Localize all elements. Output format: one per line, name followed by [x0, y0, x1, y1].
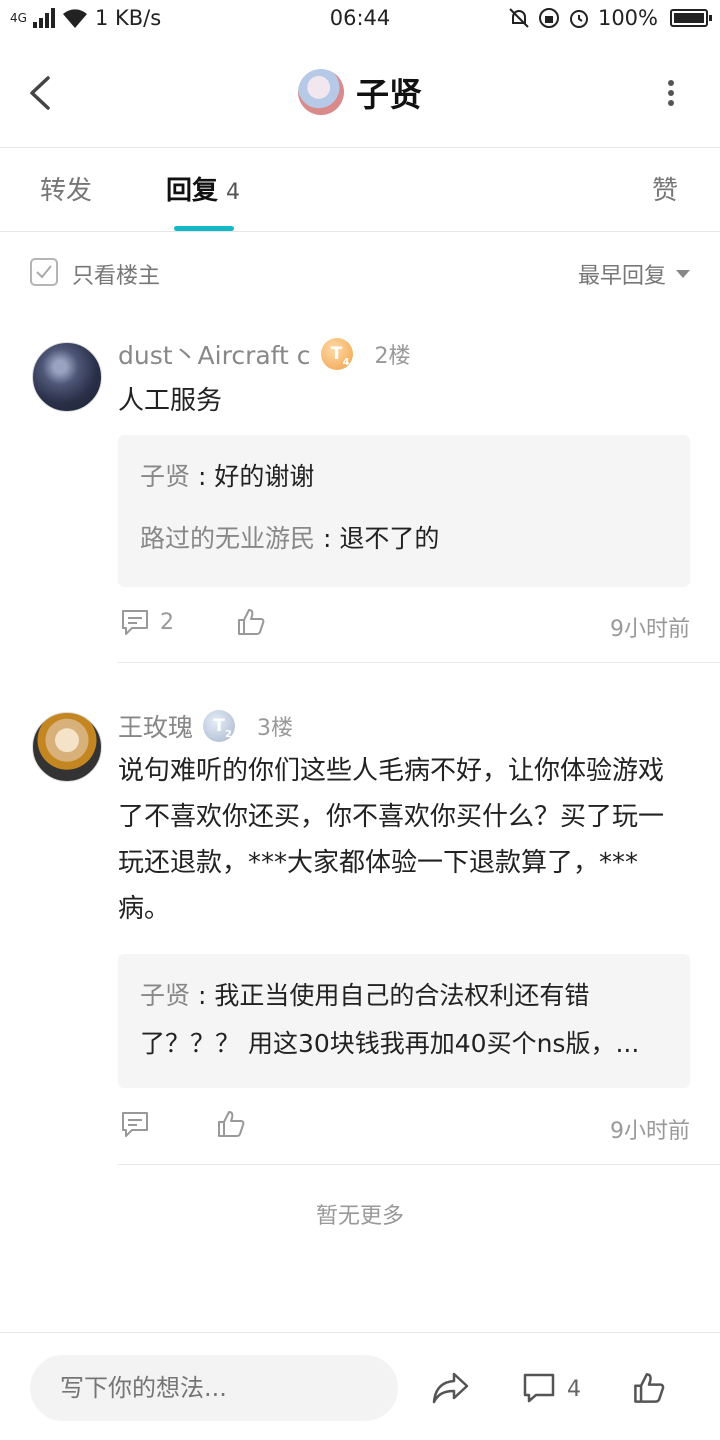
level-number: 2: [225, 729, 233, 740]
only-op-checkbox[interactable]: [30, 258, 58, 286]
comment-icon: [122, 610, 148, 635]
alarm-icon: [569, 10, 588, 28]
comment-icon[interactable]: [522, 1371, 556, 1405]
tab-likes-label: 赞: [652, 176, 679, 206]
only-op-label[interactable]: 只看楼主: [72, 258, 160, 290]
reply-preview-box[interactable]: 子贤 : 好的谢谢 路过的无业游民 : 退不了的: [118, 435, 690, 587]
top-nav-bar: 子贤: [0, 38, 720, 148]
level-letter: T: [330, 344, 343, 364]
divider: [118, 662, 720, 663]
post-actions: 2 9小时前: [118, 607, 690, 647]
sort-dropdown[interactable]: 最早回复: [578, 258, 690, 290]
share-icon[interactable]: [432, 1371, 470, 1405]
reply-author: 子贤: [140, 462, 191, 491]
author-name[interactable]: 王玫瑰: [118, 708, 193, 744]
level-letter: T: [213, 716, 225, 736]
mute-bell-icon: [509, 8, 529, 28]
divider: [118, 1164, 720, 1165]
level-badge-icon: T2: [203, 710, 236, 742]
comment-icon: [122, 1112, 148, 1137]
author-name[interactable]: dust丶Aircraft c: [118, 336, 311, 372]
floor-number: 3楼: [257, 716, 294, 741]
comment-button[interactable]: 2: [120, 607, 174, 637]
tab-forward[interactable]: 转发: [40, 170, 92, 207]
reply-text: 好的谢谢: [214, 462, 315, 491]
thumbs-up-icon: [238, 609, 265, 635]
tab-replies-label: 回复: [166, 176, 219, 206]
floor-number: 2楼: [374, 344, 411, 369]
level-number: 4: [342, 357, 350, 368]
tab-replies-count: 4: [226, 180, 241, 205]
reply-preview-box[interactable]: 子贤 : 我正当使用自己的合法权利还有错了？？？ 用这30块钱我再加40买个ns…: [118, 954, 690, 1088]
more-options-icon[interactable]: [666, 78, 676, 108]
post-time: 9小时前: [610, 617, 690, 642]
filter-row: 只看楼主 最早回复: [0, 232, 720, 312]
thumbs-up-icon: [218, 1111, 245, 1137]
post-author-row: dust丶Aircraft c T4 2楼: [118, 336, 411, 372]
tab-likes[interactable]: 赞: [652, 170, 678, 207]
reply-author: 子贤: [140, 981, 191, 1010]
post-content: 说句难听的你们这些人毛病不好，让你体验游戏了不喜欢你还买，你不喜欢你买什么？买了…: [118, 756, 665, 924]
chevron-down-icon: [676, 270, 690, 278]
reply-text: 退不了的: [339, 524, 440, 553]
battery-percent: 100%: [597, 6, 658, 30]
level-badge-icon: T4: [320, 338, 353, 370]
reply-line: 子贤 : 好的谢谢: [140, 462, 315, 491]
active-tab-indicator: [174, 226, 234, 231]
reply-line: 子贤 : 我正当使用自己的合法权利还有错了？？？ 用这30块钱我再加40买个ns…: [140, 981, 640, 1058]
battery-icon: [670, 9, 712, 27]
tab-replies[interactable]: 回复 4: [166, 170, 240, 207]
avatar[interactable]: [32, 712, 102, 782]
like-button[interactable]: [236, 607, 266, 637]
no-more-label: 暂无更多: [315, 1204, 404, 1229]
thumbs-up-icon[interactable]: [632, 1371, 666, 1405]
page-title: 子贤: [356, 75, 422, 114]
like-button[interactable]: [216, 1109, 246, 1139]
page-title-group: 子贤: [0, 68, 720, 116]
bottom-input-bar: 4: [0, 1332, 720, 1440]
bottom-comment-count: 4: [567, 1377, 581, 1402]
status-bar: 4G 1 KB/s 06:44 100%: [0, 0, 720, 38]
rotation-lock-icon: [538, 8, 559, 28]
comment-button[interactable]: [120, 1109, 160, 1139]
avatar[interactable]: [32, 342, 102, 412]
post-actions: 9小时前: [118, 1109, 690, 1149]
reply-author: 路过的无业游民: [140, 524, 316, 553]
tab-forward-label: 转发: [40, 176, 93, 206]
post-content: 人工服务: [118, 386, 223, 416]
comment-count: 2: [160, 609, 174, 635]
author-avatar[interactable]: [298, 69, 344, 115]
tab-bar: 转发 回复 4 赞: [0, 148, 720, 232]
post-time: 9小时前: [610, 1119, 690, 1144]
sort-label: 最早回复: [577, 264, 666, 289]
post-author-row: 王玫瑰 T2 3楼: [118, 708, 293, 744]
comment-input[interactable]: [30, 1355, 398, 1421]
check-icon: [36, 265, 52, 279]
reply-text: 我正当使用自己的合法权利还有错了？？？ 用这30块钱我再加40买个ns版，...: [140, 981, 640, 1058]
reply-line: 路过的无业游民 : 退不了的: [140, 524, 440, 553]
clock: 06:44: [329, 6, 391, 30]
